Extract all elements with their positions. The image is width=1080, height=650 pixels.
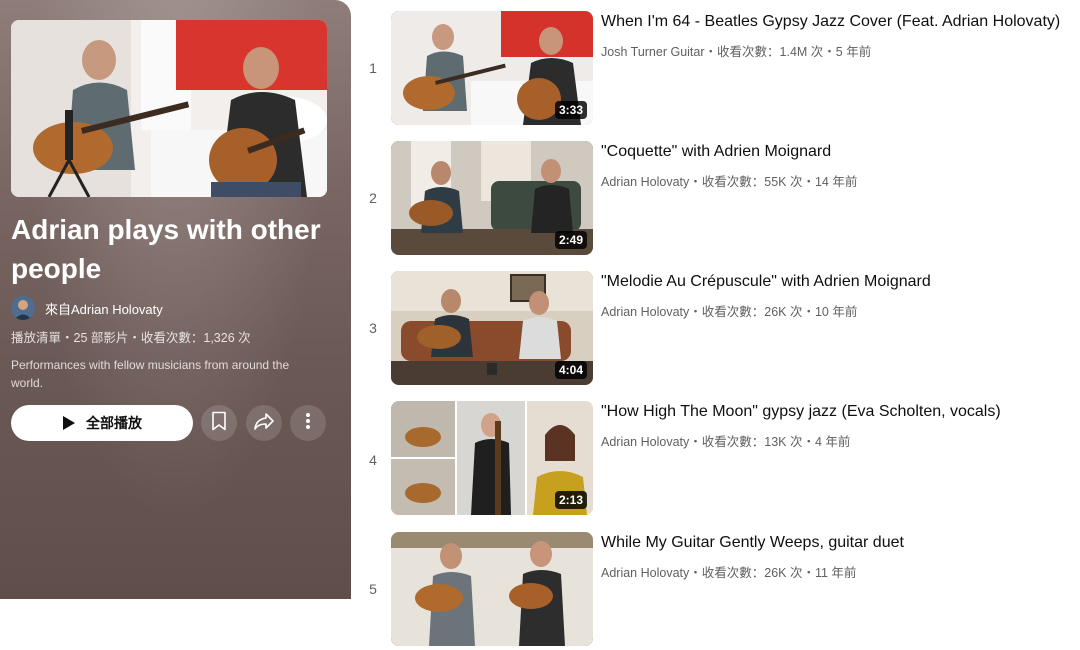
share-button[interactable]: [246, 405, 282, 441]
playlist-video-item[interactable]: 1 3:33 When I'm 64 - Beatles Gypsy Jazz …: [351, 11, 1080, 129]
playlist-thumbnail-image: [11, 20, 327, 197]
playlist-video-item[interactable]: 3 4:04 "Melodie Au Crépuscule" with Adri…: [351, 271, 1080, 389]
video-thumbnail[interactable]: 2:13: [391, 401, 593, 515]
video-meta: Adrian Holovaty・收看次數：26K 次・11 年前: [601, 566, 857, 580]
playlist-description: Performances with fellow musicians from …: [11, 358, 290, 390]
save-playlist-button[interactable]: [201, 405, 237, 441]
video-index: 3: [369, 320, 377, 336]
playlist-video-item[interactable]: 2 2:49 "Coquette" with Adrien Moignard A…: [351, 141, 1080, 259]
playlist-video-list: 1 3:33 When I'm 64 - Beatles Gypsy Jazz …: [351, 0, 1080, 646]
playlist-title: Adrian plays with other people: [11, 214, 321, 284]
share-icon: [253, 412, 275, 435]
video-title[interactable]: "How High The Moon" gypsy jazz (Eva Scho…: [601, 401, 1071, 423]
avatar[interactable]: [11, 296, 35, 320]
playlist-video-item[interactable]: 4 2:13 "How High The Moon" gypsy jazz (E…: [351, 401, 1080, 519]
video-title[interactable]: "Melodie Au Crépuscule" with Adrien Moig…: [601, 271, 1071, 293]
video-duration: 4:04: [554, 361, 587, 379]
playlist-owner[interactable]: 來自Adrian Holovaty: [11, 296, 163, 320]
video-title[interactable]: When I'm 64 - Beatles Gypsy Jazz Cover (…: [601, 11, 1071, 33]
video-index: 1: [369, 60, 377, 76]
play-all-button[interactable]: 全部播放: [11, 405, 193, 441]
avatar-image: [11, 296, 35, 320]
video-thumbnail[interactable]: 2:49: [391, 141, 593, 255]
owner-name[interactable]: 來自Adrian Holovaty: [45, 299, 163, 318]
video-duration: 2:13: [554, 491, 587, 509]
playlist-meta: 播放清單・25 部影片・收看次數：1,326 次: [11, 331, 251, 345]
playlist-header-panel: Adrian plays with other people 來自Adrian …: [0, 0, 351, 599]
play-all-label: 全部播放: [86, 415, 142, 431]
video-thumbnail[interactable]: 3:33: [391, 11, 593, 125]
video-index: 5: [369, 581, 377, 597]
video-thumbnail[interactable]: [391, 532, 593, 646]
video-duration: 2:49: [554, 231, 587, 249]
video-index: 4: [369, 452, 377, 468]
more-icon: [305, 412, 311, 435]
playlist-video-item[interactable]: 5 While My Guitar Gently Weeps, guitar d…: [351, 532, 1080, 650]
video-meta: Adrian Holovaty・收看次數：55K 次・14 年前: [601, 175, 858, 189]
play-icon: [62, 415, 76, 431]
video-title[interactable]: "Coquette" with Adrien Moignard: [601, 141, 1071, 163]
video-meta: Adrian Holovaty・收看次數：13K 次・4 年前: [601, 435, 851, 449]
video-index: 2: [369, 190, 377, 206]
video-title[interactable]: While My Guitar Gently Weeps, guitar due…: [601, 532, 1071, 554]
video-meta: Josh Turner Guitar・收看次數：1.4M 次・5 年前: [601, 45, 872, 59]
video-thumbnail-image: [391, 532, 593, 646]
video-duration: 3:33: [554, 101, 587, 119]
playlist-thumbnail[interactable]: [11, 20, 327, 197]
video-thumbnail[interactable]: 4:04: [391, 271, 593, 385]
more-actions-button[interactable]: [290, 405, 326, 441]
video-meta: Adrian Holovaty・收看次數：26K 次・10 年前: [601, 305, 858, 319]
save-icon: [210, 411, 228, 436]
